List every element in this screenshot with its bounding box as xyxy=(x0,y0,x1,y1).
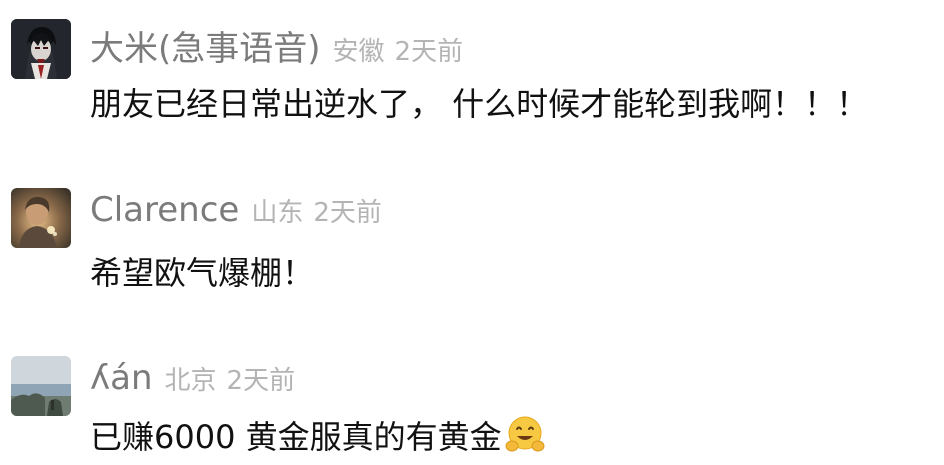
location-label: 安徽 xyxy=(332,37,385,67)
location-label: 山东 xyxy=(251,198,304,228)
location-label: 北京 xyxy=(164,366,217,396)
comment-meta: Clarence 山东 2天前 xyxy=(90,190,382,230)
comment-text: 希望欧气爆棚！ xyxy=(90,254,315,292)
username[interactable]: ʎán xyxy=(90,358,153,398)
comment-text-row: 已赚6000 黄金服真的有黄金 xyxy=(90,412,546,458)
timestamp: 2天前 xyxy=(313,198,382,228)
comment-text: 朋友已经日常出逆水了， 什么时候才能轮到我啊！！！ xyxy=(90,85,869,123)
dark-anime-character-avatar-icon xyxy=(11,19,71,79)
comment-meta: ʎán 北京 2天前 xyxy=(90,358,295,398)
seaside-landscape-avatar-icon xyxy=(11,356,71,416)
timestamp: 2天前 xyxy=(226,366,296,396)
timestamp: 2天前 xyxy=(394,37,464,67)
username[interactable]: 大米(急事语音) xyxy=(90,21,321,70)
comment-text: 已赚6000 黄金服真的有黄金 xyxy=(90,418,502,456)
sunlit-portrait-avatar-icon xyxy=(11,188,71,248)
avatar[interactable] xyxy=(11,356,71,416)
avatar[interactable] xyxy=(11,188,71,248)
hugging-face-emoji-icon xyxy=(504,414,546,456)
comment-meta: 大米(急事语音) 安徽 2天前 xyxy=(90,21,463,70)
avatar[interactable] xyxy=(11,19,71,79)
username[interactable]: Clarence xyxy=(90,190,239,230)
